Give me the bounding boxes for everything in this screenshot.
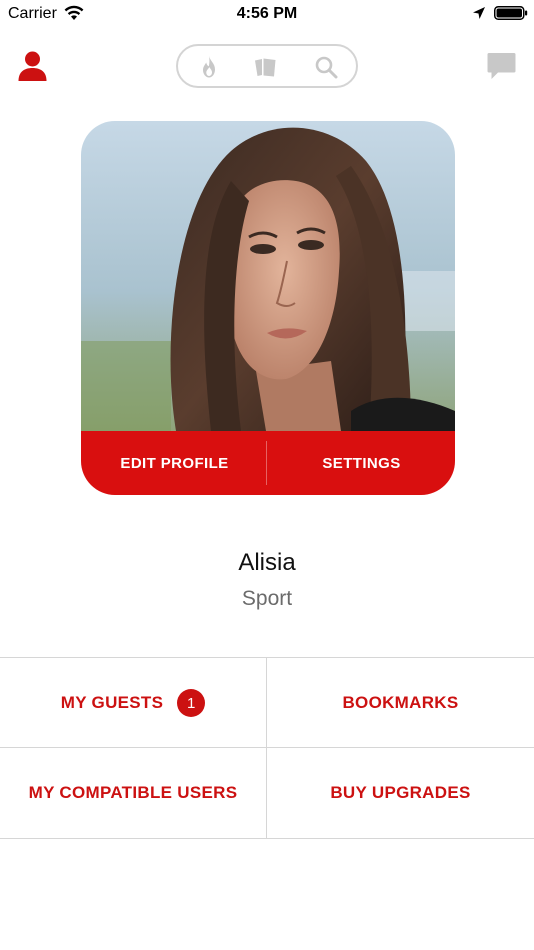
profile-card-actions: EDIT PROFILE SETTINGS — [81, 431, 455, 495]
buy-upgrades-button[interactable]: BUY UPGRADES — [267, 748, 534, 838]
settings-button[interactable]: SETTINGS — [268, 431, 455, 495]
menu-row: MY GUESTS 1 BOOKMARKS — [0, 658, 534, 748]
fire-icon[interactable] — [197, 55, 221, 79]
search-icon[interactable] — [314, 55, 338, 79]
profile-menu: MY GUESTS 1 BOOKMARKS MY COMPATIBLE USER… — [0, 657, 534, 839]
profile-name: Alisia — [238, 549, 296, 576]
status-bar: Carrier 4:56 PM — [0, 0, 534, 28]
clock: 4:56 PM — [236, 5, 298, 22]
my-guests-button[interactable]: MY GUESTS 1 — [0, 658, 267, 748]
battery-icon — [494, 6, 528, 20]
nav-segment-switcher — [176, 44, 358, 88]
person-icon[interactable] — [18, 51, 47, 81]
guests-count-badge: 1 — [177, 689, 206, 717]
bookmarks-button[interactable]: BOOKMARKS — [267, 658, 534, 748]
profile-card: EDIT PROFILE SETTINGS — [81, 121, 455, 495]
chat-bubble-icon[interactable] — [487, 52, 516, 80]
profile-photo[interactable] — [81, 121, 455, 431]
my-compatible-users-button[interactable]: MY COMPATIBLE USERS — [0, 748, 267, 838]
location-arrow-icon — [473, 7, 485, 19]
edit-profile-button[interactable]: EDIT PROFILE — [81, 431, 268, 495]
menu-row: MY COMPATIBLE USERS BUY UPGRADES — [0, 748, 534, 838]
cards-icon[interactable] — [253, 55, 277, 79]
my-guests-label: MY GUESTS — [60, 693, 164, 712]
card-actions-divider — [266, 441, 267, 485]
profile-status: Sport — [241, 587, 293, 610]
